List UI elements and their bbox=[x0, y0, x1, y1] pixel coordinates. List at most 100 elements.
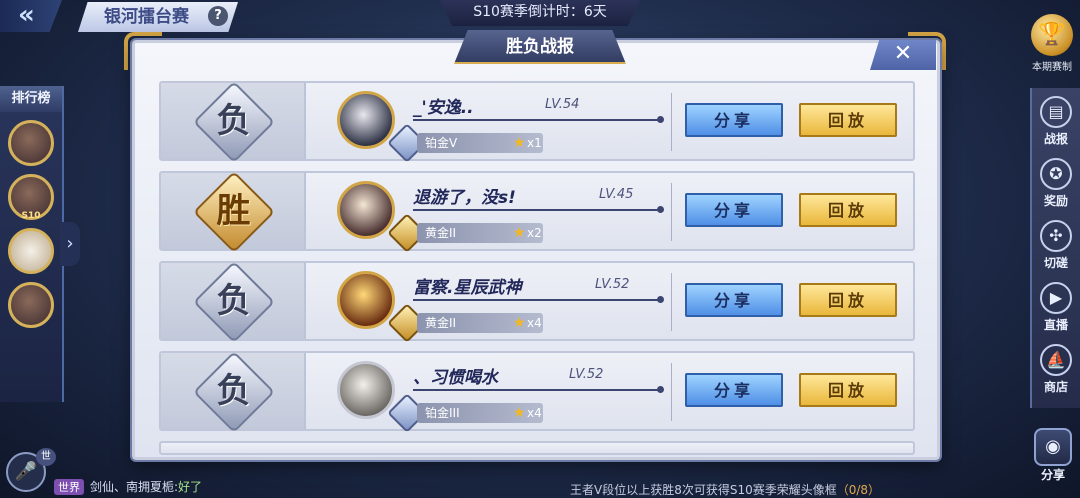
leaderboard-avatar[interactable] bbox=[8, 228, 54, 274]
star-icon: ★ bbox=[513, 315, 526, 331]
player-level: LV.54 bbox=[545, 97, 580, 112]
result-text: 负 bbox=[216, 371, 251, 411]
right-menu-sidebar: ▤ 战报 ✪ 奖励 ✣ 切磋 ▶ 直播 ⛵ 商店 bbox=[1030, 88, 1080, 408]
divider-dot bbox=[657, 206, 664, 213]
menu-label: 直播 bbox=[1043, 318, 1068, 332]
rank-label: 铂金III bbox=[425, 406, 460, 420]
menu-battle-report[interactable]: ▤ 战报 bbox=[1032, 88, 1080, 150]
sparring-icon: ✣ bbox=[1040, 220, 1072, 252]
player-name: 富察.星辰武神 bbox=[413, 278, 522, 298]
player-avatar[interactable] bbox=[337, 91, 395, 149]
divider-line bbox=[413, 209, 661, 211]
chat-message: 好了 bbox=[178, 480, 203, 494]
replay-button[interactable]: 回放 bbox=[799, 373, 897, 407]
player-name: 、习惯喝水 bbox=[413, 368, 498, 388]
leaderboard-avatar[interactable]: S10 bbox=[8, 174, 54, 221]
panel-title: 胜负战报 bbox=[454, 30, 626, 64]
replay-button[interactable]: 回放 bbox=[799, 193, 897, 227]
player-avatar[interactable] bbox=[337, 271, 395, 329]
result-badge: 负 bbox=[161, 80, 306, 164]
result-text: 负 bbox=[216, 281, 251, 321]
divider-line bbox=[413, 389, 661, 391]
result-badge: 负 bbox=[161, 350, 306, 434]
divider-line bbox=[413, 299, 661, 301]
star-count: x2 bbox=[527, 226, 542, 240]
player-avatar[interactable] bbox=[337, 181, 395, 239]
result-text: 胜 bbox=[216, 191, 251, 231]
chat-channel-badge: 世界 bbox=[54, 479, 84, 495]
reward-progress: （0/8） bbox=[836, 483, 881, 497]
divider bbox=[671, 273, 672, 331]
chat-sender: 剑仙、南拥夏栀: bbox=[90, 480, 179, 494]
divider-dot bbox=[657, 386, 664, 393]
share-button[interactable]: 分享 bbox=[685, 373, 783, 407]
screen-share-button[interactable]: ◉ 分享 bbox=[1030, 428, 1076, 484]
menu-label: 切磋 bbox=[1043, 256, 1068, 270]
menu-sparring[interactable]: ✣ 切磋 bbox=[1032, 212, 1080, 274]
shop-icon: ⛵ bbox=[1040, 344, 1072, 376]
divider bbox=[671, 183, 672, 241]
menu-label: 商店 bbox=[1043, 380, 1068, 394]
voice-channel-tag: 世 bbox=[36, 448, 56, 466]
divider bbox=[671, 363, 672, 421]
leaderboard-sidebar: 排行榜 S10 bbox=[0, 86, 64, 402]
screen-share-label: 分享 bbox=[1040, 468, 1065, 482]
help-icon[interactable]: ? bbox=[208, 6, 228, 26]
camera-icon: ◉ bbox=[1034, 428, 1072, 466]
battle-record-row: 负铂金III ★ x4 、习惯喝水 LV.52 分享 回放 bbox=[159, 350, 915, 434]
divider-dot bbox=[657, 116, 664, 123]
leaderboard-avatar[interactable] bbox=[8, 282, 54, 328]
share-button[interactable]: 分享 bbox=[685, 103, 783, 137]
star-icon: ★ bbox=[513, 225, 526, 241]
expand-sidebar-button[interactable]: › bbox=[60, 222, 80, 266]
share-button[interactable]: 分享 bbox=[685, 283, 783, 317]
battle-report-panel: 负铂金V ★ x1 _'安逸.. LV.54 分享 回放胜黄金II ★ x2 退游了，没s! LV.… bbox=[132, 40, 940, 460]
medal-icon: ✪ bbox=[1040, 158, 1072, 190]
divider-line bbox=[413, 119, 661, 121]
leaderboard-avatar[interactable] bbox=[8, 120, 54, 166]
trophy-icon: 🏆 bbox=[1031, 14, 1073, 56]
result-badge: 负 bbox=[161, 260, 306, 344]
back-button[interactable]: « bbox=[0, 0, 62, 32]
battle-record-row: 负黄金II ★ x4 富察.星辰武神 LV.52 分享 回放 bbox=[159, 260, 915, 344]
reward-hint: 王者V段位以上获胜8次可获得S10赛季荣耀头像框（0/8） bbox=[570, 481, 880, 498]
replay-button[interactable]: 回放 bbox=[799, 103, 897, 137]
season-rules-button[interactable]: 🏆 本期赛制 bbox=[1028, 14, 1076, 74]
menu-shop[interactable]: ⛵ 商店 bbox=[1032, 336, 1080, 398]
player-level: LV.45 bbox=[599, 187, 634, 202]
player-name: 退游了，没s! bbox=[413, 188, 516, 208]
leaderboard-title[interactable]: 排行榜 bbox=[0, 86, 62, 112]
menu-label: 战报 bbox=[1043, 132, 1068, 146]
season-countdown: S10赛季倒计时：6天 bbox=[440, 0, 640, 26]
star-count: x4 bbox=[527, 406, 542, 420]
menu-label: 奖励 bbox=[1043, 194, 1068, 208]
player-level: LV.52 bbox=[595, 277, 630, 292]
share-button[interactable]: 分享 bbox=[685, 193, 783, 227]
rank-label: 黄金II bbox=[425, 316, 457, 330]
replay-button[interactable]: 回放 bbox=[799, 283, 897, 317]
battle-record-row bbox=[159, 441, 915, 455]
star-icon: ★ bbox=[513, 405, 526, 421]
rank-label: 铂金V bbox=[425, 136, 458, 150]
menu-rewards[interactable]: ✪ 奖励 bbox=[1032, 150, 1080, 212]
reward-hint-text: 王者V段位以上获胜8次可获得S10赛季荣耀头像框 bbox=[570, 483, 837, 497]
star-count: x1 bbox=[527, 136, 542, 150]
player-level: LV.52 bbox=[569, 367, 604, 382]
play-icon: ▶ bbox=[1040, 282, 1072, 314]
battle-record-row: 负铂金V ★ x1 _'安逸.. LV.54 分享 回放 bbox=[159, 80, 915, 164]
result-badge: 胜 bbox=[161, 170, 306, 254]
menu-live[interactable]: ▶ 直播 bbox=[1032, 274, 1080, 336]
close-icon: ✕ bbox=[893, 41, 913, 66]
player-avatar[interactable] bbox=[337, 361, 395, 419]
report-icon: ▤ bbox=[1040, 96, 1072, 128]
star-icon: ★ bbox=[513, 135, 526, 151]
star-count: x4 bbox=[527, 316, 542, 330]
record-list: 负铂金V ★ x1 _'安逸.. LV.54 分享 回放胜黄金II ★ x2 退游了，没s! LV.… bbox=[159, 80, 915, 455]
chat-ticker[interactable]: 世界 剑仙、南拥夏栀:好了 bbox=[54, 478, 202, 495]
divider-dot bbox=[657, 296, 664, 303]
close-button[interactable]: ✕ bbox=[870, 40, 936, 70]
battle-record-row: 胜黄金II ★ x2 退游了，没s! LV.45 分享 回放 bbox=[159, 170, 915, 254]
season-rules-label: 本期赛制 bbox=[1032, 62, 1072, 73]
rank-label: 黄金II bbox=[425, 226, 457, 240]
player-name: _'安逸.. bbox=[413, 98, 474, 118]
